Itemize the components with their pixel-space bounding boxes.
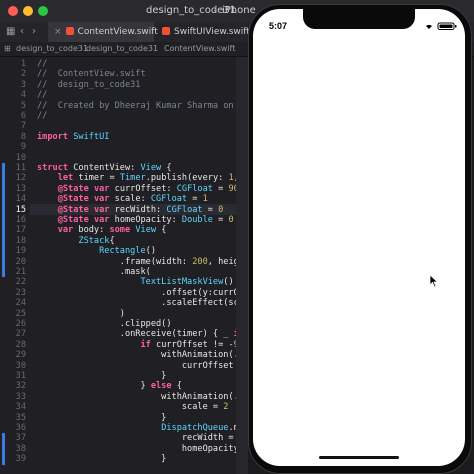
chevron-right-icon: › [213, 4, 217, 15]
line-number: 24 [15, 298, 26, 309]
line-number: 9 [20, 142, 26, 153]
line-number: 23 [15, 287, 26, 298]
close-window-button[interactable] [8, 6, 18, 16]
code-line[interactable]: // ContentView.swift [37, 69, 146, 79]
code-line[interactable]: .frame(width: 200, height: [37, 257, 248, 267]
code-line[interactable]: DispatchQueue.main [37, 423, 248, 433]
wifi-icon [426, 24, 432, 29]
code-line[interactable]: import SwiftUI [37, 132, 109, 142]
tab-content-view[interactable]: × ContentView.swift [48, 22, 158, 42]
line-number: 31 [15, 371, 26, 381]
code-line[interactable]: currOffset -= [37, 361, 248, 371]
code-line[interactable]: let timer = Timer.publish(every: 1, on [37, 173, 248, 183]
code-line[interactable]: } [37, 413, 166, 423]
minimize-window-button[interactable] [23, 6, 33, 16]
tab-swiftui-view[interactable]: SwiftUIView.swift [156, 22, 250, 42]
change-indicator [2, 173, 5, 278]
code-line[interactable]: } else { [37, 381, 181, 391]
line-number: 34 [15, 402, 26, 413]
change-indicator [2, 433, 5, 465]
zoom-window-button[interactable] [38, 6, 48, 16]
code-line[interactable]: if currOffset != -90 { [37, 340, 248, 350]
code-line[interactable]: @State var homeOpacity: Double = 0 [37, 215, 234, 225]
code-line[interactable]: // [37, 59, 47, 69]
code-line[interactable]: struct ContentView: View { [37, 163, 172, 173]
related-items-icon[interactable]: ⊞ [4, 44, 11, 53]
line-number: 32 [15, 381, 26, 392]
line-number: 2 [20, 69, 26, 80]
line-number: 35 [15, 412, 26, 423]
line-number: 27 [15, 329, 26, 340]
tab-label: SwiftUIView.swift [174, 27, 250, 37]
code-line[interactable]: .clipped() [37, 319, 172, 329]
code-line[interactable]: } [37, 371, 166, 381]
line-number: 30 [15, 360, 26, 371]
minimap[interactable] [236, 57, 248, 474]
breadcrumb-item[interactable]: ContentView.swift [164, 44, 235, 53]
simulator-screen[interactable] [253, 9, 465, 466]
line-number: 3 [20, 79, 26, 90]
line-number: 7 [20, 121, 26, 132]
code-line[interactable]: ZStack{ [37, 236, 114, 246]
code-line[interactable]: @State var recWidth: CGFloat = 0 [37, 205, 224, 215]
line-number: 36 [15, 423, 26, 433]
code-line[interactable]: TextListMaskView() [37, 277, 233, 287]
forward-icon[interactable]: › [32, 26, 36, 37]
status-bar-icons [426, 22, 457, 30]
code-line[interactable]: @State var scale: CGFloat = 1 [37, 194, 208, 204]
line-number: 8 [20, 131, 26, 142]
close-tab-icon[interactable]: × [54, 27, 62, 37]
change-indicator [2, 163, 5, 174]
code-line[interactable]: scale = 2 [37, 402, 229, 412]
back-icon[interactable]: ‹ [20, 26, 24, 37]
mouse-cursor-icon [429, 274, 439, 288]
code-line[interactable]: // Created by Dheeraj Kumar Sharma on 01… [37, 101, 248, 111]
code-line[interactable]: .mask( [37, 267, 151, 277]
grid-icon[interactable]: ▦ [6, 26, 15, 37]
battery-icon [437, 22, 457, 30]
code-line[interactable]: homeOpacity = 1 [37, 444, 248, 454]
run-destination[interactable]: iPhone [222, 5, 256, 16]
swift-file-icon [162, 27, 170, 35]
notch [303, 9, 415, 29]
code-line[interactable]: @State var currOffset: CGFloat = 90 [37, 184, 239, 194]
status-bar-time: 5:07 [269, 21, 288, 31]
home-indicator [319, 456, 399, 459]
line-number: 33 [15, 391, 26, 402]
code-editor[interactable]: 1 2 3 4 5 6 7 8 9 10 11 12 13 14 15 16 17 18 19 20 21 22 23 24 2… [0, 57, 248, 474]
code-line[interactable]: // design_to_code31 [37, 80, 140, 90]
line-number-gutter: 1 2 3 4 5 6 7 8 9 10 11 12 13 14 15 16 17 18 19 20 21 22 23 24 2… [0, 57, 30, 474]
code-line[interactable]: } [37, 454, 166, 464]
line-number: 4 [20, 90, 26, 101]
line-number: 1 [20, 59, 26, 69]
line-number: 29 [15, 350, 26, 361]
code-line[interactable]: withAnimation(.spr [37, 392, 248, 402]
code-line[interactable]: // [37, 111, 47, 121]
line-number: 26 [15, 319, 26, 329]
line-number: 6 [20, 111, 26, 121]
tab-label: ContentView.swift [77, 27, 158, 37]
code-line[interactable]: .offset(y:currOffs [37, 288, 248, 298]
line-number: 10 [15, 152, 26, 163]
line-number: 5 [20, 100, 26, 111]
code-line[interactable]: var body: some View { [37, 225, 167, 235]
line-number: 22 [15, 277, 26, 288]
code-line[interactable]: // [37, 90, 47, 100]
breadcrumb-item[interactable]: design_to_code31 [86, 44, 158, 53]
code-line[interactable]: recWidth = .in [37, 433, 248, 443]
code-line[interactable]: withAnimation(.spr [37, 350, 248, 360]
code-line[interactable]: .onReceive(timer) { _ in [37, 329, 244, 339]
line-number: 28 [15, 339, 26, 350]
swift-file-icon [65, 27, 74, 35]
code-line[interactable]: Rectangle() [37, 246, 156, 256]
breadcrumb-item[interactable]: design_to_code31 [16, 44, 88, 53]
line-number: 25 [15, 308, 26, 319]
code-line[interactable]: ) [37, 309, 125, 319]
code-line[interactable]: .scaleEffect(scale [37, 298, 248, 308]
